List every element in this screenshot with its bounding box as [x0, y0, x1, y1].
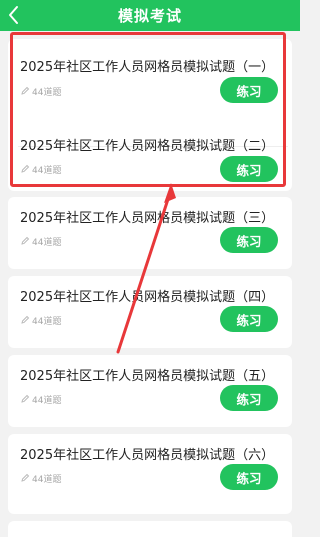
- practice-button[interactable]: 练习: [220, 385, 278, 411]
- exam-title: 2025年社区工作人员网格员模拟试题（三）: [20, 211, 275, 226]
- exam-title: 2025年社区工作人员网格员模拟试题（一）: [20, 60, 275, 75]
- exam-meta: 44道题: [20, 471, 61, 485]
- exam-card: 2025年社区工作人员网格员模拟试题（三） 44道题 练习: [8, 197, 292, 269]
- app: 模拟考试 2025年社区工作人员网格员模拟试题（一） 44道题 练习 2025年…: [0, 0, 300, 537]
- exam-card-group: 2025年社区工作人员网格员模拟试题（一） 44道题 练习 2025年社区工作人…: [8, 39, 292, 191]
- question-count: 44道题: [32, 395, 62, 406]
- question-count: 44道题: [32, 474, 62, 485]
- exam-card: 2025年社区工作人员网格员模拟试题（六） 44道题 练习: [8, 434, 292, 514]
- exam-title: 2025年社区工作人员网格员模拟试题（五）: [20, 369, 275, 384]
- pencil-icon: [21, 315, 30, 324]
- exam-meta: 44道题: [20, 392, 61, 406]
- pencil-icon: [21, 236, 30, 245]
- exam-card: 2025年社区工作人员网格员模拟试题（五） 44道题 练习: [8, 355, 292, 427]
- exam-meta: 44道题: [20, 162, 61, 176]
- question-count: 44道题: [32, 237, 62, 248]
- practice-button[interactable]: 练习: [220, 306, 278, 332]
- exam-title: 2025年社区工作人员网格员模拟试题（四）: [20, 290, 275, 305]
- page-title: 模拟考试: [117, 7, 182, 25]
- pencil-icon: [21, 473, 30, 482]
- top-bar: 模拟考试: [0, 0, 300, 31]
- exam-card: 2025年社区工作人员网格员模拟试题（四） 44道题 练习: [8, 276, 292, 348]
- practice-button[interactable]: 练习: [220, 227, 278, 253]
- question-count: 44道题: [32, 316, 62, 327]
- exam-meta: 44道题: [20, 84, 61, 98]
- pencil-icon: [21, 164, 30, 173]
- exam-title: 2025年社区工作人员网格员模拟试题（二）: [20, 139, 275, 154]
- practice-button[interactable]: 练习: [220, 77, 278, 103]
- exam-meta: 44道题: [20, 313, 61, 327]
- pencil-icon: [21, 86, 30, 95]
- question-count: 44道题: [32, 165, 62, 176]
- pencil-icon: [21, 394, 30, 403]
- practice-button[interactable]: 练习: [220, 156, 278, 182]
- question-count: 44道题: [32, 87, 62, 98]
- exam-card-partial: [8, 521, 292, 537]
- exam-meta: 44道题: [20, 234, 61, 248]
- exam-title: 2025年社区工作人员网格员模拟试题（六）: [20, 448, 275, 463]
- practice-button[interactable]: 练习: [220, 464, 278, 490]
